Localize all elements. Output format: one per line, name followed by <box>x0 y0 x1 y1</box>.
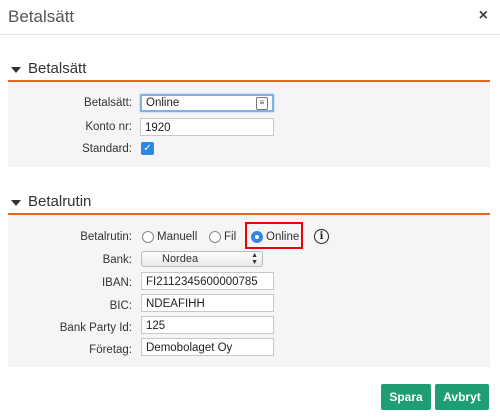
radio-fil[interactable] <box>209 231 221 243</box>
betalsatt-input[interactable]: Online ≡ <box>140 94 274 112</box>
konto-input-value: 1920 <box>145 122 171 134</box>
konto-label: Konto nr: <box>85 121 132 133</box>
bank-select[interactable]: Nordea ▲ ▼ <box>141 251 263 267</box>
section-header-betalsatt[interactable]: Betalsätt <box>8 58 490 82</box>
section-title-betalrutin: Betalrutin <box>28 193 92 210</box>
betalrutin-label: Betalrutin: <box>80 231 132 243</box>
info-icon[interactable]: i <box>314 229 329 244</box>
betalsatt-label: Betalsätt: <box>84 97 132 109</box>
iban-label: IBAN: <box>101 277 132 289</box>
standard-checkbox[interactable]: ✓ <box>141 142 154 155</box>
bank-label: Bank: <box>102 254 132 266</box>
caret-down-icon <box>11 67 21 73</box>
caret-down-icon <box>11 200 21 206</box>
betalsatt-input-value: Online <box>146 97 180 109</box>
iban-input[interactable]: FI2112345600000785 <box>141 272 274 290</box>
radio-label-online[interactable]: Online <box>266 231 299 243</box>
bic-input-value: NDEAFIHH <box>146 298 205 310</box>
section-header-betalrutin[interactable]: Betalrutin <box>8 191 490 215</box>
radio-label-fil[interactable]: Fil <box>224 231 236 243</box>
save-button[interactable]: Spara <box>381 384 431 410</box>
cancel-button[interactable]: Avbryt <box>435 384 489 410</box>
bank-party-id-input[interactable]: 125 <box>141 316 274 334</box>
standard-label: Standard: <box>82 143 132 155</box>
bank-select-value: Nordea <box>162 253 199 265</box>
contact-card-icon[interactable]: ≡ <box>256 97 268 110</box>
radio-online[interactable] <box>251 231 263 243</box>
dialog-titlebar: Betalsätt × <box>0 0 500 35</box>
foretag-input-value: Demobolaget Oy <box>146 342 233 354</box>
select-arrows-icon: ▲ ▼ <box>251 252 258 266</box>
bic-input[interactable]: NDEAFIHH <box>141 294 274 312</box>
konto-input[interactable]: 1920 <box>140 118 274 136</box>
radio-label-manuell[interactable]: Manuell <box>157 231 197 243</box>
iban-input-value: FI2112345600000785 <box>146 276 258 288</box>
radio-manuell[interactable] <box>142 231 154 243</box>
dialog-title: Betalsätt <box>8 7 75 26</box>
foretag-input[interactable]: Demobolaget Oy <box>141 338 274 356</box>
section-title-betalsatt: Betalsätt <box>28 60 87 77</box>
foretag-label: Företag: <box>89 344 132 356</box>
close-icon[interactable]: × <box>479 7 488 25</box>
bank-party-id-label: Bank Party Id: <box>59 322 132 334</box>
payment-method-dialog: Betalsätt × Betalsätt Betalsätt: Online … <box>0 0 500 419</box>
bank-party-id-input-value: 125 <box>146 320 166 332</box>
bic-label: BIC: <box>109 300 132 312</box>
